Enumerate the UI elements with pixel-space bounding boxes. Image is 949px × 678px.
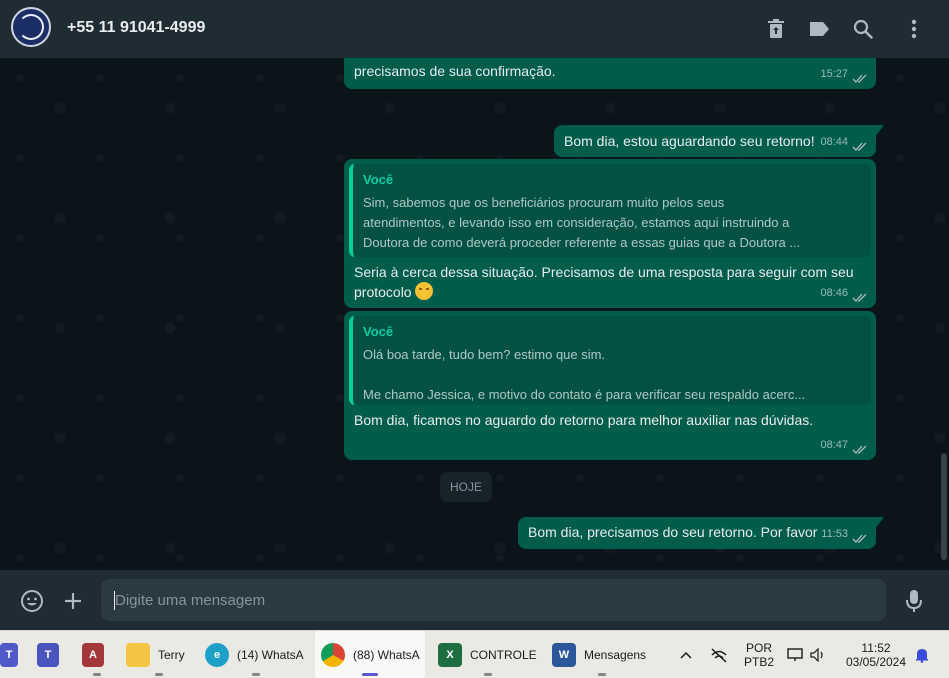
message-time: 11:53: [821, 528, 848, 540]
running-indicator: [484, 673, 492, 676]
message-composer: [0, 570, 949, 630]
running-indicator: [155, 673, 163, 676]
bubble-tail: [875, 125, 884, 137]
chat-header: +55 11 91041-4999: [0, 0, 949, 58]
chat-scrollbar[interactable]: [941, 453, 947, 560]
teams-app-button[interactable]: T: [0, 631, 22, 678]
access-icon: A: [82, 643, 104, 667]
message-time: 08:47: [820, 439, 848, 451]
quote-line: atendimentos, e levando isso em consider…: [363, 215, 790, 230]
chrome-icon: [321, 643, 345, 667]
double-check-icon: [852, 534, 867, 543]
word-icon: W: [552, 643, 576, 667]
contact-avatar[interactable]: [11, 7, 51, 47]
message-time: 15:27: [820, 68, 848, 80]
emoji-icon[interactable]: [19, 588, 45, 614]
running-indicator: [598, 673, 606, 676]
edge-app-button[interactable]: e (14) WhatsA: [205, 631, 307, 678]
teams-new-app-button[interactable]: T: [37, 631, 67, 678]
clock-date: 03/05/2024: [845, 655, 907, 669]
double-check-icon: [852, 445, 867, 454]
attach-plus-icon[interactable]: [60, 588, 86, 614]
bubble-tail: [875, 517, 884, 529]
message-bubble[interactable]: Bom dia, precisamos do seu retorno. Por …: [518, 517, 884, 549]
message-bubble[interactable]: Você Sim, sabemos que os beneficiários p…: [344, 159, 876, 308]
quote-author: Você: [363, 172, 394, 187]
system-clock[interactable]: 11:52 03/05/2024: [842, 641, 910, 669]
language-code: POR: [745, 641, 772, 655]
double-check-icon: [852, 293, 867, 302]
date-divider: HOJE: [440, 472, 492, 502]
message-text: Bom dia, estou aguardando seu retorno!: [564, 133, 815, 149]
running-indicator: [93, 673, 101, 676]
message-text: precisamos de sua confirmação.: [354, 63, 556, 79]
taskbar-app-label: (14) WhatsA: [237, 648, 304, 662]
label-icon[interactable]: [807, 17, 831, 41]
quote-line: Sim, sabemos que os beneficiários procur…: [363, 195, 725, 210]
keyboard-layout: PTB2: [743, 655, 774, 669]
running-indicator: [252, 673, 260, 676]
windows-taskbar: T T A Terry e (14) WhatsA (88) WhatsA X …: [0, 630, 949, 678]
smiling-emoji-icon: [415, 282, 434, 300]
quote-author: Você: [363, 324, 394, 339]
logo-icon: [18, 14, 44, 40]
teams-new-icon: T: [37, 643, 59, 667]
file-explorer-app-button[interactable]: Terry: [126, 631, 192, 678]
quote-line: Olá boa tarde, tudo bem? estimo que sim.: [363, 347, 606, 362]
display-icon[interactable]: [787, 631, 805, 678]
folder-icon: [126, 643, 150, 667]
taskbar-app-label: Terry: [158, 648, 185, 662]
excel-icon: X: [438, 643, 462, 667]
message-bubble[interactable]: Bom dia, estou aguardando seu retorno! 0…: [554, 125, 884, 157]
microphone-icon[interactable]: [901, 588, 927, 614]
message-text-line2: protocolo: [344, 282, 876, 302]
message-time: 08:46: [820, 287, 848, 299]
chat-panel[interactable]: precisamos de sua confirmação. 15:27 Bom…: [0, 58, 949, 570]
double-check-icon: [852, 74, 867, 83]
message-text: Bom dia, ficamos no aguardo do retorno p…: [354, 412, 814, 428]
running-indicator: [362, 673, 378, 676]
quote-line: Me chamo Jessica, e motivo do contato é …: [363, 387, 806, 402]
taskbar-app-label: CONTROLE: [470, 648, 537, 662]
contact-name[interactable]: +55 11 91041-4999: [67, 19, 205, 37]
teams-icon: T: [0, 643, 18, 667]
chrome-app-button[interactable]: (88) WhatsA: [315, 631, 425, 678]
delete-icon[interactable]: [764, 17, 788, 41]
taskbar-app-label: Mensagens: [584, 648, 647, 662]
edge-icon: e: [205, 643, 229, 667]
message-time: 08:44: [820, 136, 848, 148]
message-text: protocolo: [354, 284, 412, 300]
text-caret: [114, 591, 115, 610]
volume-icon[interactable]: [810, 631, 828, 678]
taskbar-app-label: (88) WhatsA: [353, 648, 420, 662]
quote-line: [363, 365, 861, 385]
search-icon[interactable]: [851, 17, 875, 41]
double-check-icon: [852, 142, 867, 151]
message-bubble[interactable]: Você Olá boa tarde, tudo bem? estimo que…: [344, 311, 876, 460]
excel-app-button[interactable]: X CONTROLE: [438, 631, 538, 678]
quoted-message[interactable]: Você Sim, sabemos que os beneficiários p…: [349, 164, 871, 257]
quoted-message[interactable]: Você Olá boa tarde, tudo bem? estimo que…: [349, 316, 871, 405]
no-network-icon[interactable]: [710, 631, 730, 678]
language-indicator[interactable]: POR PTB2: [742, 641, 776, 669]
quote-line: Doutora de como deverá proceder referent…: [363, 235, 801, 250]
menu-icon[interactable]: [902, 17, 926, 41]
clock-time: 11:52: [861, 641, 891, 655]
message-text: Seria à cerca dessa situação. Precisamos…: [354, 264, 854, 280]
message-input[interactable]: [101, 579, 886, 621]
message-bubble[interactable]: precisamos de sua confirmação. 15:27: [344, 58, 876, 89]
notification-bell-icon[interactable]: [915, 631, 931, 678]
tray-chevron-up-icon[interactable]: [680, 631, 696, 678]
message-text: Bom dia, precisamos do seu retorno. Por …: [528, 524, 818, 540]
access-app-button[interactable]: A: [82, 631, 112, 678]
word-app-button[interactable]: W Mensagens: [552, 631, 652, 678]
